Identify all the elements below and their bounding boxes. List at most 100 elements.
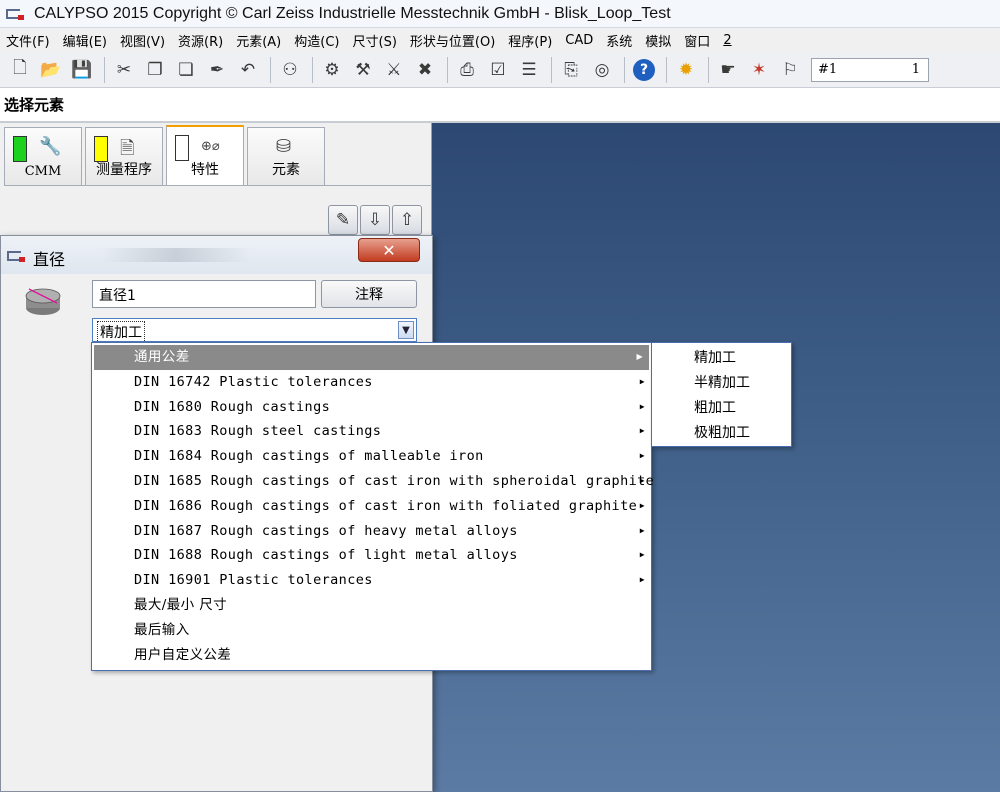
tab-label: CMM	[24, 164, 62, 179]
dialog-title: 直径	[33, 250, 66, 269]
cut-icon[interactable]: ✂	[110, 56, 138, 84]
menu-construction[interactable]: 构造(C)	[294, 31, 339, 50]
pencil-icon[interactable]: ✎	[328, 205, 358, 235]
trash-icon[interactable]: ☑	[484, 56, 512, 84]
menu-file[interactable]: 文件(F)	[6, 31, 50, 50]
menu-item-label: 用户自定义公差	[134, 646, 232, 663]
close-button[interactable]: ✕	[358, 238, 420, 262]
submenu-arrow-icon: ▶	[639, 376, 645, 386]
menu-item-label: 通用公差	[134, 349, 190, 365]
calypso-logo-icon	[7, 249, 29, 263]
menu-item-din-1680[interactable]: DIN 1680 Rough castings ▶	[92, 395, 651, 420]
dialog-titlebar[interactable]: 直径 ✕	[1, 236, 432, 274]
run-icon[interactable]: ⚐	[776, 56, 804, 84]
menu-item-label: DIN 1680 Rough castings	[134, 398, 331, 415]
submenu-arrow-icon: ▶	[639, 401, 645, 411]
menu-system[interactable]: 系统	[606, 31, 632, 50]
toolbar-separator	[624, 56, 625, 83]
menu-item-label: DIN 1687 Rough castings of heavy metal a…	[134, 522, 518, 539]
menu-item-label: DIN 1685 Rough castings of cast iron wit…	[134, 472, 655, 489]
wrench-icon: 🔧	[39, 136, 62, 157]
menu-edit[interactable]: 编辑(E)	[63, 31, 107, 50]
paste-icon[interactable]: ❏	[172, 56, 200, 84]
menu-item-label: DIN 1684 Rough castings of malleable iro…	[134, 448, 484, 465]
menu-item-din-16901[interactable]: DIN 16901 Plastic tolerances ▶	[92, 568, 651, 593]
toolbar: 🗋 📂 💾 ✂ ❐ ❏ ✒ ↶ ⚇ ⚙ ⚒ ⚔ ✖ ⎙ ☑ ☰ ⎘ ◎ ? ✹ …	[0, 52, 1000, 88]
menu-item-label: DIN 1688 Rough castings of light metal a…	[134, 547, 518, 564]
menu-item-label: 最大/最小 尺寸	[134, 596, 228, 613]
menu-size[interactable]: 尺寸(S)	[353, 31, 397, 50]
characteristic-name-input[interactable]: 直径1	[92, 280, 316, 308]
tab-elements[interactable]: ⛁ 元素	[247, 127, 325, 185]
menu-item-label: DIN 16742 Plastic tolerances	[134, 373, 373, 390]
note-button[interactable]: 注释	[321, 280, 417, 308]
submenu-item-medium[interactable]: 半精加工	[652, 371, 791, 396]
menu-view[interactable]: 视图(V)	[120, 31, 165, 50]
program-selector-value: 1	[911, 62, 920, 77]
document-icon[interactable]: ☰	[515, 56, 543, 84]
tab-cmm[interactable]: 🔧 CMM	[4, 127, 82, 185]
menu-form-position[interactable]: 形状与位置(O)	[410, 31, 495, 50]
menu-item-din-1687[interactable]: DIN 1687 Rough castings of heavy metal a…	[92, 519, 651, 544]
calypso-logo-icon	[6, 7, 28, 21]
menu-item-din-1688[interactable]: DIN 1688 Rough castings of light metal a…	[92, 543, 651, 568]
tools-icon[interactable]: ⚔	[380, 56, 408, 84]
tab-measurement-program[interactable]: 🗎 测量程序	[85, 127, 163, 185]
menu-item-last-input[interactable]: 最后输入	[92, 618, 651, 643]
menu-item-label: DIN 1683 Rough steel castings	[134, 423, 382, 440]
submenu-arrow-icon: ▶	[639, 550, 645, 560]
toolbar-separator	[270, 56, 271, 83]
menu-item-general-tolerance[interactable]: 通用公差 ▶	[94, 345, 649, 370]
program-selector[interactable]: #1 1	[811, 57, 929, 82]
clipboard-icon[interactable]: ⎘	[557, 56, 585, 84]
probe-icon[interactable]: ⚙	[318, 56, 346, 84]
menu-help[interactable]: 2	[723, 33, 731, 48]
menu-item-user-defined-tolerance[interactable]: 用户自定义公差	[92, 643, 651, 668]
copy-icon[interactable]: ❐	[141, 56, 169, 84]
menu-resources[interactable]: 资源(R)	[178, 31, 223, 50]
menu-item-label: 最后输入	[134, 621, 190, 638]
menu-item-din-1683[interactable]: DIN 1683 Rough steel castings ▶	[92, 419, 651, 444]
submenu-item-coarse[interactable]: 粗加工	[652, 396, 791, 421]
menu-simulation[interactable]: 模拟	[645, 31, 671, 50]
print-icon[interactable]: ⎙	[453, 56, 481, 84]
menu-program[interactable]: 程序(P)	[508, 31, 552, 50]
sun-icon[interactable]: ✹	[672, 56, 700, 84]
submenu-arrow-icon: ▶	[639, 451, 645, 461]
hand-icon[interactable]: ☛	[714, 56, 742, 84]
menu-item-din-16742[interactable]: DIN 16742 Plastic tolerances ▶	[92, 370, 651, 395]
tab-label: 特性	[191, 162, 219, 178]
tab-strip: 🔧 CMM 🗎 测量程序 ⊕⌀ 特性 ⛁ 元素	[4, 125, 328, 185]
menu-cad[interactable]: CAD	[565, 33, 593, 48]
toolbar-separator	[312, 56, 313, 83]
tolerance-select[interactable]: 精加工 ▼	[92, 318, 417, 343]
arrow-down-icon[interactable]: ⇩	[360, 205, 390, 235]
menu-item-din-1686[interactable]: DIN 1686 Rough castings of cast iron wit…	[92, 494, 651, 519]
menu-item-din-1684[interactable]: DIN 1684 Rough castings of malleable iro…	[92, 444, 651, 469]
help-icon[interactable]: ?	[630, 56, 658, 84]
cylinder-icon: ⛁	[276, 136, 292, 157]
undo-icon[interactable]: ↶	[234, 56, 262, 84]
wrench-icon[interactable]: ✖	[411, 56, 439, 84]
arrow-up-icon[interactable]: ⇧	[392, 205, 422, 235]
dial-icon[interactable]: ◎	[588, 56, 616, 84]
menu-item-label: DIN 1686 Rough castings of cast iron wit…	[134, 497, 638, 514]
star-icon[interactable]: ✶	[745, 56, 773, 84]
save-icon[interactable]: 💾	[68, 56, 96, 84]
brush-icon[interactable]: ✒	[203, 56, 231, 84]
menu-item-max-min-size[interactable]: 最大/最小 尺寸	[92, 593, 651, 618]
new-file-icon[interactable]: 🗋	[6, 56, 34, 84]
binoculars-icon[interactable]: ⚇	[276, 56, 304, 84]
menu-item-din-1685[interactable]: DIN 1685 Rough castings of cast iron wit…	[92, 469, 655, 494]
menu-elements[interactable]: 元素(A)	[236, 31, 281, 50]
chevron-down-icon[interactable]: ▼	[398, 321, 414, 339]
probe-2-icon[interactable]: ⚒	[349, 56, 377, 84]
cylinder-icon	[25, 288, 61, 315]
tab-characteristics[interactable]: ⊕⌀ 特性	[166, 125, 244, 185]
submenu-item-fine[interactable]: 精加工	[652, 346, 791, 371]
submenu-arrow-icon: ▶	[639, 426, 645, 436]
open-folder-icon[interactable]: 📂	[37, 56, 65, 84]
menu-window[interactable]: 窗口	[684, 31, 710, 50]
submenu-arrow-icon: ▶	[639, 525, 645, 535]
submenu-item-very-coarse[interactable]: 极粗加工	[652, 421, 791, 446]
